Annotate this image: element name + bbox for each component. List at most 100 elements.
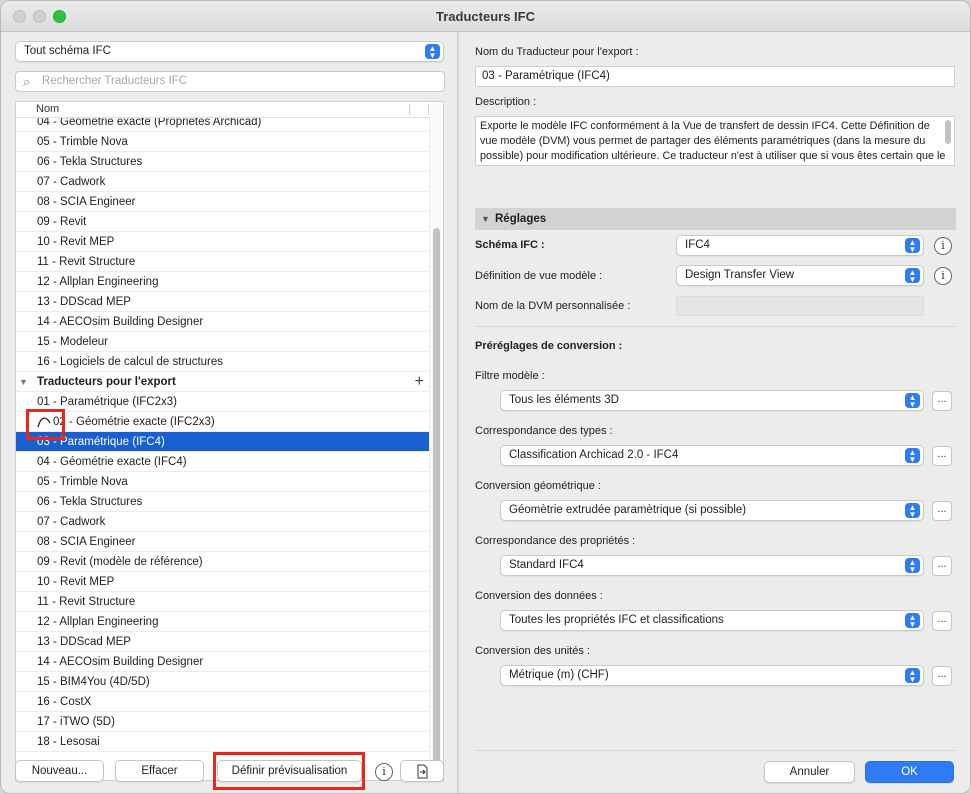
list-item-label: 07 - Cadwork	[37, 516, 106, 528]
search-box[interactable]: ⌕	[15, 71, 445, 92]
chevron-updown-icon: ▲ ▼	[905, 613, 920, 629]
scrollbar-thumb[interactable]	[433, 228, 440, 778]
search-input[interactable]	[42, 75, 432, 87]
list-item[interactable]: 14 - AECOsim Building Designer	[16, 652, 430, 672]
list-item-label: 14 - AECOsim Building Designer	[37, 656, 204, 668]
list-item-label: 17 - iTWO (5D)	[37, 716, 115, 728]
chevron-updown-icon: ▲ ▼	[905, 268, 920, 284]
preset-select[interactable]: Classification Archicad 2.0 - IFC4 ▲ ▼	[500, 445, 924, 466]
list-item[interactable]: 02 - Géométrie exacte (IFC2x3)	[16, 412, 430, 432]
settings-section-header[interactable]: ▼ Réglages	[475, 208, 956, 230]
add-translator-button[interactable]: +	[415, 372, 424, 392]
title-bar: Traducteurs IFC	[1, 1, 970, 32]
preset-select[interactable]: Standard IFC4 ▲ ▼	[500, 555, 924, 576]
list-scrollbar[interactable]	[429, 102, 443, 780]
preset-options-button[interactable]: ...	[932, 391, 952, 411]
preset-options-button[interactable]: ...	[932, 666, 952, 686]
preset-value: Standard IFC4	[509, 559, 584, 571]
list-item[interactable]: 09 - Revit	[16, 212, 430, 232]
description-textarea[interactable]: Exporte le modèle IFC conformément à la …	[475, 116, 955, 166]
ifc-schema-select[interactable]: IFC4 ▲ ▼	[676, 235, 924, 256]
list-item[interactable]: 13 - DDScad MEP	[16, 292, 430, 312]
preset-options-button[interactable]: ...	[932, 611, 952, 631]
delete-button[interactable]: Effacer	[115, 760, 204, 782]
list-item-label: 01 - Paramétrique (IFC2x3)	[37, 396, 177, 408]
preset-options-button[interactable]: ...	[932, 446, 952, 466]
list-item[interactable]: 16 - Logiciels de calcul de structures	[16, 352, 430, 372]
translators-list-pane: Tout schéma IFC ▲▼ ⌕ Nom 04 - Géométrie …	[1, 32, 457, 793]
export-file-button[interactable]	[400, 760, 444, 782]
preset-label: Filtre modèle :	[475, 370, 545, 382]
chevron-updown-icon: ▲ ▼	[905, 393, 920, 409]
export-translators-group[interactable]: ▼ Traducteurs pour l'export +	[16, 372, 430, 392]
list-item-selected[interactable]: 03 - Paramétrique (IFC4)	[16, 432, 430, 452]
list-item[interactable]: 18 - Lesosai	[16, 732, 430, 752]
list-item[interactable]: 07 - Cadwork	[16, 172, 430, 192]
preset-label: Conversion géométrique :	[475, 480, 601, 492]
list-item[interactable]: 15 - Modeleur	[16, 332, 430, 352]
list-item-label: 07 - Cadwork	[37, 176, 106, 188]
list-item[interactable]: 05 - Trimble Nova	[16, 132, 430, 152]
preset-value: Géomètrie extrudée paramètrique (si poss…	[509, 504, 747, 516]
description-label: Description :	[475, 96, 537, 108]
list-item[interactable]: 08 - SCIA Engineer	[16, 532, 430, 552]
info-icon[interactable]: i	[934, 237, 952, 255]
description-text: Exporte le modèle IFC conformément à la …	[480, 120, 946, 162]
preset-label: Correspondance des propriétés :	[475, 535, 636, 547]
new-button[interactable]: Nouveau...	[15, 760, 104, 782]
preset-options-button[interactable]: ...	[932, 556, 952, 576]
list-item[interactable]: 04 - Géométrie exacte (IFC4)	[16, 452, 430, 472]
list-item[interactable]: 16 - CostX	[16, 692, 430, 712]
list-item[interactable]: 06 - Tekla Structures	[16, 152, 430, 172]
chevron-updown-icon: ▲ ▼	[905, 668, 920, 684]
list-item[interactable]: 14 - AECOsim Building Designer	[16, 312, 430, 332]
list-item[interactable]: 13 - DDScad MEP	[16, 632, 430, 652]
chevron-updown-icon: ▲ ▼	[425, 44, 440, 60]
description-scrollbar[interactable]	[945, 120, 951, 144]
preset-select[interactable]: Géomètrie extrudée paramètrique (si poss…	[500, 500, 924, 521]
list-item[interactable]: 10 - Revit MEP	[16, 572, 430, 592]
set-preview-button[interactable]: Définir prévisualisation	[217, 760, 362, 782]
info-icon[interactable]: i	[934, 267, 952, 285]
list-item[interactable]: 01 - Paramétrique (IFC2x3)	[16, 392, 430, 412]
search-icon: ⌕	[23, 74, 31, 89]
list-item[interactable]: 08 - SCIA Engineer	[16, 192, 430, 212]
list-item-label: 05 - Trimble Nova	[37, 476, 128, 488]
list-item[interactable]: 11 - Revit Structure	[16, 252, 430, 272]
list-item[interactable]: 09 - Revit (modèle de référence)	[16, 552, 430, 572]
list-item-label: 08 - SCIA Engineer	[37, 536, 136, 548]
list-item-label: 13 - DDScad MEP	[37, 296, 131, 308]
list-item[interactable]: 12 - Allplan Engineering	[16, 272, 430, 292]
info-icon[interactable]: i	[375, 763, 393, 781]
preset-select[interactable]: Toutes les propriétés IFC et classificat…	[500, 610, 924, 631]
translators-list[interactable]: Nom 04 - Géométrie exacte (Propriétés Ar…	[15, 101, 444, 781]
list-column-header[interactable]: Nom	[16, 102, 430, 118]
list-item[interactable]: 07 - Cadwork	[16, 512, 430, 532]
list-item[interactable]: 10 - Revit MEP	[16, 232, 430, 252]
list-item-label: 12 - Allplan Engineering	[37, 616, 159, 628]
preset-label: Correspondance des types :	[475, 425, 613, 437]
list-item-label: 15 - Modeleur	[37, 336, 108, 348]
ifc-schema-value: IFC4	[685, 239, 710, 251]
preset-select[interactable]: Métrique (m) (CHF) ▲ ▼	[500, 665, 924, 686]
list-item[interactable]: 11 - Revit Structure	[16, 592, 430, 612]
document-export-icon	[417, 764, 428, 779]
list-item-label: 10 - Revit MEP	[37, 576, 115, 588]
list-item-label: 09 - Revit	[37, 216, 87, 228]
list-item[interactable]: 05 - Trimble Nova	[16, 472, 430, 492]
mvd-select[interactable]: Design Transfer View ▲ ▼	[676, 265, 924, 286]
list-item[interactable]: 06 - Tekla Structures	[16, 492, 430, 512]
list-item-label: 11 - Revit Structure	[37, 256, 136, 268]
conversion-presets-label: Préréglages de conversion :	[475, 340, 623, 352]
list-item-label: 02 - Géométrie exacte (IFC2x3)	[53, 416, 215, 428]
ok-button[interactable]: OK	[865, 761, 954, 783]
list-item[interactable]: 15 - BIM4You (4D/5D)	[16, 672, 430, 692]
list-item[interactable]: 17 - iTWO (5D)	[16, 712, 430, 732]
preset-options-button[interactable]: ...	[932, 501, 952, 521]
translator-name-field[interactable]: 03 - Paramétrique (IFC4)	[475, 66, 955, 87]
schema-filter-select[interactable]: Tout schéma IFC ▲ ▼	[15, 41, 444, 62]
preset-select[interactable]: Tous les éléments 3D ▲ ▼	[500, 390, 924, 411]
list-item[interactable]: 12 - Allplan Engineering	[16, 612, 430, 632]
cancel-button[interactable]: Annuler	[764, 761, 855, 783]
list-item-label: 16 - Logiciels de calcul de structures	[37, 356, 224, 368]
